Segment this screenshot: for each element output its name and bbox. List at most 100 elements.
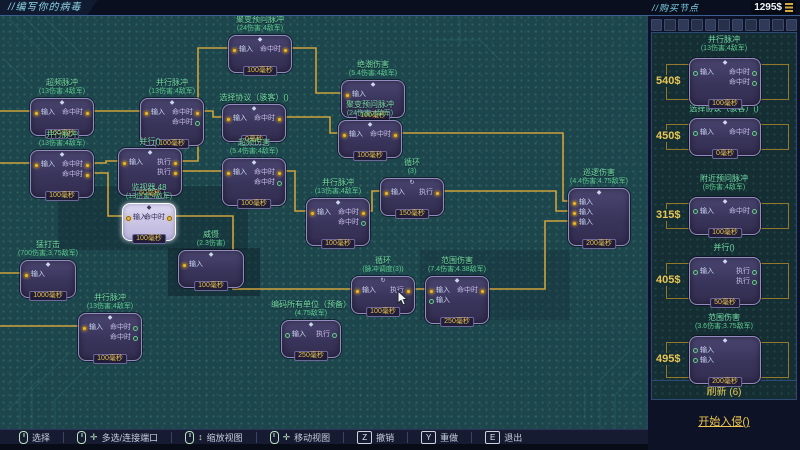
graph-node[interactable]: ◆输入输入命中时250毫秒: [425, 276, 489, 324]
graph-node-selected[interactable]: ◆输入命中时100毫秒: [122, 203, 176, 241]
output-port[interactable]: 命中时: [338, 219, 366, 227]
output-port[interactable]: 命中时: [110, 324, 138, 332]
graph-node[interactable]: ◆输入输入200毫秒: [689, 336, 761, 384]
shop-tab[interactable]: [759, 19, 770, 31]
output-port[interactable]: 命中时: [254, 179, 282, 187]
output-port[interactable]: 命中时: [729, 79, 757, 87]
graph-node[interactable]: ◆输入执行250毫秒: [281, 320, 341, 358]
shop-tab[interactable]: [732, 19, 743, 31]
output-port[interactable]: 命中时: [457, 287, 485, 295]
shop-tab[interactable]: [772, 19, 783, 31]
graph-node[interactable]: ◆输入命中时命中时100毫秒: [78, 313, 142, 361]
port-label: 命中时: [172, 119, 193, 127]
input-port[interactable]: 输入: [82, 324, 103, 332]
shop-item[interactable]: 并行脉冲(13伤害;4敌军)540$◆输入命中时命中时100毫秒: [652, 33, 796, 102]
output-port[interactable]: 命中时: [172, 109, 200, 117]
port-label: 输入: [700, 357, 714, 365]
shop-tab[interactable]: [678, 19, 689, 31]
input-port[interactable]: 输入: [144, 109, 165, 117]
input-port[interactable]: 输入: [693, 357, 714, 365]
input-port[interactable]: 输入: [345, 91, 366, 99]
input-port[interactable]: 输入: [693, 129, 714, 137]
input-port[interactable]: 输入: [182, 261, 203, 269]
graph-node[interactable]: ◆输入命中时0毫秒: [222, 104, 286, 142]
input-port[interactable]: 输入: [34, 109, 55, 117]
output-port[interactable]: 命中时: [260, 46, 288, 54]
output-port[interactable]: 命中时: [62, 161, 90, 169]
graph-node[interactable]: ↻输入执行150毫秒: [380, 178, 444, 216]
input-port[interactable]: 输入: [572, 199, 593, 207]
output-port[interactable]: 命中时: [110, 334, 138, 342]
node-canvas[interactable]: 超频脉冲(13伤害;4敌军)◆输入命中时100毫秒并行脉冲(13伤害;4敌军)◆…: [0, 0, 648, 450]
input-port[interactable]: 输入: [572, 219, 593, 227]
graph-node[interactable]: ◆输入命中时0毫秒: [689, 118, 761, 156]
graph-node[interactable]: ◆输入100毫秒: [178, 250, 244, 288]
output-port[interactable]: 命中时: [338, 209, 366, 217]
output-port[interactable]: 命中时: [729, 129, 757, 137]
output-port[interactable]: 命中时: [62, 109, 90, 117]
graph-node[interactable]: ◆输入执行执行50毫秒: [118, 148, 182, 196]
graph-node[interactable]: ◆输入执行执行50毫秒: [689, 257, 761, 305]
shop-item[interactable]: 范围伤害(3.6伤害;3.75敌军)495$◆输入输入200毫秒: [652, 311, 796, 380]
input-port[interactable]: 输入: [572, 209, 593, 217]
output-port[interactable]: 命中时: [370, 131, 398, 139]
input-port[interactable]: 输入: [693, 69, 714, 77]
node-subtitle-text: (13伤害;4敌军): [107, 87, 237, 96]
input-port[interactable]: 输入: [355, 287, 376, 295]
shop-item[interactable]: 并行()405$◆输入执行执行50毫秒: [652, 241, 796, 310]
shop-tab[interactable]: [691, 19, 702, 31]
input-port[interactable]: 输入: [226, 169, 247, 177]
graph-node[interactable]: ◆输入1000毫秒: [20, 260, 76, 298]
shop-tab[interactable]: [786, 19, 797, 31]
input-port[interactable]: 输入: [226, 115, 247, 123]
shop-item[interactable]: 附近预问脉冲(8伤害;4敌军)315$◆输入命中时100毫秒: [652, 172, 796, 241]
graph-node[interactable]: ◆输入命中时命中时100毫秒: [306, 198, 370, 246]
input-port[interactable]: 输入: [429, 287, 450, 295]
output-port[interactable]: 执行: [157, 169, 178, 177]
input-port[interactable]: 输入: [285, 331, 306, 339]
input-port[interactable]: 输入: [693, 347, 714, 355]
shop-item[interactable]: 选择协议（骇客）()450$◆输入命中时0毫秒: [652, 102, 796, 171]
output-port[interactable]: 命中时: [172, 119, 200, 127]
graph-node[interactable]: ◆输入输入输入200毫秒: [568, 188, 630, 246]
output-port[interactable]: 执行: [157, 159, 178, 167]
shop-tab[interactable]: [745, 19, 756, 31]
input-port[interactable]: 输入: [34, 161, 55, 169]
graph-node[interactable]: ◆输入命中时100毫秒: [689, 197, 761, 235]
shop-tab[interactable]: [664, 19, 675, 31]
output-port[interactable]: 命中时: [729, 208, 757, 216]
output-port[interactable]: 执行: [419, 189, 440, 197]
node-type-icon: ◆: [342, 81, 404, 89]
graph-node[interactable]: ◆输入命中时命中时100毫秒: [30, 150, 94, 198]
input-port[interactable]: 输入: [232, 46, 253, 54]
input-port[interactable]: 输入: [24, 271, 45, 279]
input-port[interactable]: 输入: [693, 268, 714, 276]
input-port[interactable]: 输入: [384, 189, 405, 197]
output-port[interactable]: 执行: [736, 268, 757, 276]
graph-node[interactable]: ◆输入命中时命中时100毫秒: [689, 58, 761, 106]
input-port[interactable]: 输入: [693, 208, 714, 216]
input-port[interactable]: 输入: [342, 131, 363, 139]
output-port[interactable]: 执行: [316, 331, 337, 339]
graph-node[interactable]: ◆输入命中时命中时100毫秒: [140, 98, 204, 146]
shop-tab[interactable]: [718, 19, 729, 31]
graph-node[interactable]: ◆输入100毫秒: [341, 80, 405, 118]
input-port[interactable]: 输入: [310, 209, 331, 217]
graph-node[interactable]: ◆输入命中时100毫秒: [30, 98, 94, 136]
shop-tab[interactable]: [705, 19, 716, 31]
output-port[interactable]: 命中时: [254, 169, 282, 177]
output-port[interactable]: 命中时: [144, 214, 172, 222]
input-port[interactable]: 输入: [429, 297, 450, 305]
output-port[interactable]: 命中时: [62, 171, 90, 179]
graph-node[interactable]: ◆输入命中时命中时100毫秒: [222, 158, 286, 206]
graph-node[interactable]: ◆输入命中时100毫秒: [228, 35, 292, 73]
port-dot: [572, 201, 577, 206]
output-port[interactable]: 执行: [736, 278, 757, 286]
start-invasion-button[interactable]: 开始入侵(): [698, 416, 749, 428]
graph-node[interactable]: ◆输入命中时100毫秒: [338, 120, 402, 158]
cooldown-label: 250毫秒: [440, 317, 474, 327]
shop-tab[interactable]: [651, 19, 662, 31]
output-port[interactable]: 命中时: [729, 69, 757, 77]
output-port[interactable]: 命中时: [254, 115, 282, 123]
input-port[interactable]: 输入: [122, 159, 143, 167]
